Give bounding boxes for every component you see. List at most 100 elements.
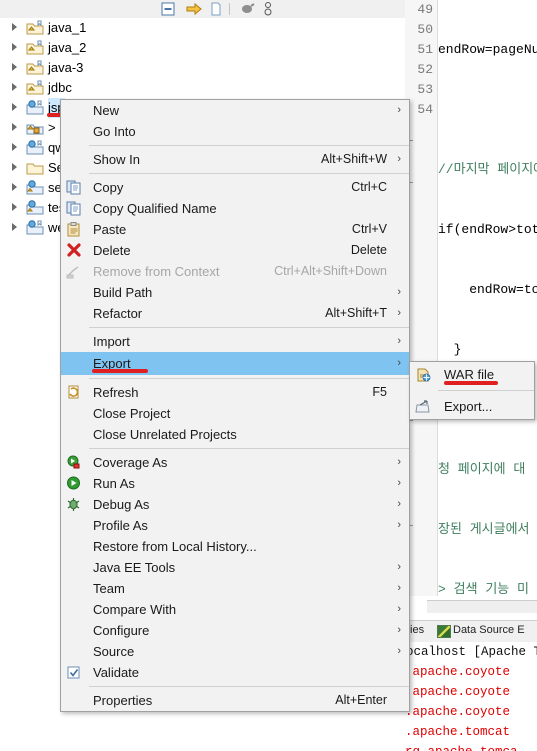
menu-item-java-ee-tools[interactable]: Java EE Tools ›	[61, 557, 409, 578]
menu-item-label: Build Path	[93, 285, 153, 300]
expand-arrow-icon[interactable]	[12, 123, 17, 131]
code-line: //마지막 페이지에	[438, 162, 537, 177]
export-submenu[interactable]: WAR file Export...	[409, 361, 535, 420]
expand-arrow-icon[interactable]	[12, 23, 17, 31]
collapse-all-icon[interactable]	[160, 1, 176, 17]
code-line: 청 페이지에 대	[438, 462, 526, 477]
expand-arrow-icon[interactable]	[12, 43, 17, 51]
tree-item-label: >	[48, 120, 56, 135]
tab-data-source-explorer[interactable]: Data Source E	[453, 624, 525, 636]
menu-separator	[89, 448, 409, 449]
locked-project-folder-icon	[26, 120, 44, 136]
chevron-right-icon: ›	[397, 104, 401, 116]
menu-item-accelerator: Delete	[350, 243, 387, 257]
menu-item-accelerator: Alt+Shift+W	[321, 152, 387, 166]
menu-item-restore-from-local-history[interactable]: Restore from Local History...	[61, 536, 409, 557]
expand-arrow-icon[interactable]	[12, 223, 17, 231]
console-line: rg.apache.tomca	[405, 742, 537, 751]
menu-item-close-project[interactable]: Close Project	[61, 403, 409, 424]
menu-item-run-as[interactable]: Run As ›	[61, 473, 409, 494]
tree-item-java-3[interactable]: java-3	[0, 58, 405, 78]
menu-separator	[89, 173, 409, 174]
expand-arrow-icon[interactable]	[12, 103, 17, 111]
menu-separator	[89, 327, 409, 328]
folder-icon	[26, 160, 44, 176]
export-icon	[415, 399, 431, 414]
expand-arrow-icon[interactable]	[12, 63, 17, 71]
checkbox-checked-icon[interactable]	[66, 665, 82, 680]
tree-item-label: java_1	[48, 20, 87, 35]
expand-arrow-icon[interactable]	[12, 143, 17, 151]
menu-item-refresh[interactable]: Refresh F5	[61, 382, 409, 403]
web-project-folder-icon	[26, 200, 44, 216]
editor-horizontal-scrollbar[interactable]	[427, 600, 537, 613]
submenu-separator	[438, 390, 534, 391]
menu-item-copy-qualified-name[interactable]: Copy Qualified Name	[61, 198, 409, 219]
menu-item-go-into[interactable]: Go Into	[61, 121, 409, 142]
chevron-right-icon: ›	[397, 582, 401, 594]
copy-icon	[66, 180, 82, 195]
remove-from-context-icon	[66, 264, 82, 279]
menu-item-label: Team	[93, 581, 125, 596]
menu-item-coverage-as[interactable]: Coverage As ›	[61, 452, 409, 473]
tree-item-label: java-3	[48, 60, 84, 75]
menu-item-profile-as[interactable]: Profile As ›	[61, 515, 409, 536]
chevron-right-icon: ›	[397, 561, 401, 573]
menu-item-compare-with[interactable]: Compare With ›	[61, 599, 409, 620]
chevron-right-icon: ›	[397, 357, 401, 369]
tree-item-java_1[interactable]: java_1	[0, 18, 405, 38]
menu-item-import[interactable]: Import ›	[61, 331, 409, 352]
console-line: .apache.coyote	[405, 685, 511, 699]
menu-item-accelerator: Alt+Enter	[335, 693, 387, 707]
coverage-icon	[66, 455, 82, 470]
run-icon	[66, 476, 82, 491]
expand-arrow-icon[interactable]	[12, 183, 17, 191]
tree-item-java_2[interactable]: java_2	[0, 38, 405, 58]
view-options-icon[interactable]	[262, 1, 274, 17]
menu-item-paste[interactable]: Paste Ctrl+V	[61, 219, 409, 240]
code-line: if(endRow>totalRev	[438, 222, 537, 237]
code-line: }	[438, 342, 462, 357]
console-header: ocalhost [Apache Tom	[406, 645, 537, 659]
menu-item-label: Validate	[93, 665, 140, 680]
menu-item-copy[interactable]: Copy Ctrl+C	[61, 177, 409, 198]
menu-item-debug-as[interactable]: Debug As ›	[61, 494, 409, 515]
submenu-item-war-file[interactable]: WAR file	[410, 362, 534, 387]
menu-item-close-unrelated-projects[interactable]: Close Unrelated Projects	[61, 424, 409, 445]
tree-item-jdbc[interactable]: jdbc	[0, 78, 405, 98]
console-output[interactable]: ocalhost [Apache Tom .apache.coyote .apa…	[405, 642, 537, 751]
tree-item-label: java_2	[48, 40, 87, 55]
menu-item-accelerator: Ctrl+C	[351, 180, 387, 194]
menu-item-show-in[interactable]: Show In Alt+Shift+W ›	[61, 149, 409, 170]
context-menu[interactable]: New › Go Into Show In Alt+Shift+W › Copy…	[60, 99, 410, 712]
filters-icon[interactable]	[240, 1, 256, 17]
project-folder-icon	[26, 20, 44, 36]
menu-item-team[interactable]: Team ›	[61, 578, 409, 599]
expand-arrow-icon[interactable]	[12, 83, 17, 91]
code-line: endRow=pageNum	[438, 42, 537, 57]
expand-arrow-icon[interactable]	[12, 163, 17, 171]
submenu-item-export[interactable]: Export...	[410, 394, 534, 419]
menu-item-build-path[interactable]: Build Path ›	[61, 282, 409, 303]
menu-item-label: Remove from Context	[93, 264, 220, 279]
menu-item-properties[interactable]: Properties Alt+Enter	[61, 690, 409, 711]
menu-item-export[interactable]: Export ›	[61, 352, 409, 375]
code-line: endRow=totalRe	[469, 282, 537, 297]
link-with-editor-icon[interactable]	[186, 1, 202, 17]
chevron-right-icon: ›	[397, 335, 401, 347]
explorer-toolbar[interactable]	[0, 0, 405, 18]
menu-item-label: Java EE Tools	[93, 560, 176, 575]
menu-item-refactor[interactable]: Refactor Alt+Shift+T ›	[61, 303, 409, 324]
menu-item-label: Configure	[93, 623, 150, 638]
tree-item-label: jdbc	[48, 80, 72, 95]
bottom-view-tabs[interactable]: ties Data Source E	[405, 620, 537, 643]
menu-item-configure[interactable]: Configure ›	[61, 620, 409, 641]
expand-arrow-icon[interactable]	[12, 203, 17, 211]
menu-item-new[interactable]: New ›	[61, 100, 409, 121]
menu-item-source[interactable]: Source ›	[61, 641, 409, 662]
view-menu-icon[interactable]	[208, 1, 224, 17]
chevron-right-icon: ›	[397, 603, 401, 615]
menu-item-validate[interactable]: Validate	[61, 662, 409, 683]
chevron-right-icon: ›	[397, 498, 401, 510]
menu-item-delete[interactable]: Delete Delete	[61, 240, 409, 261]
